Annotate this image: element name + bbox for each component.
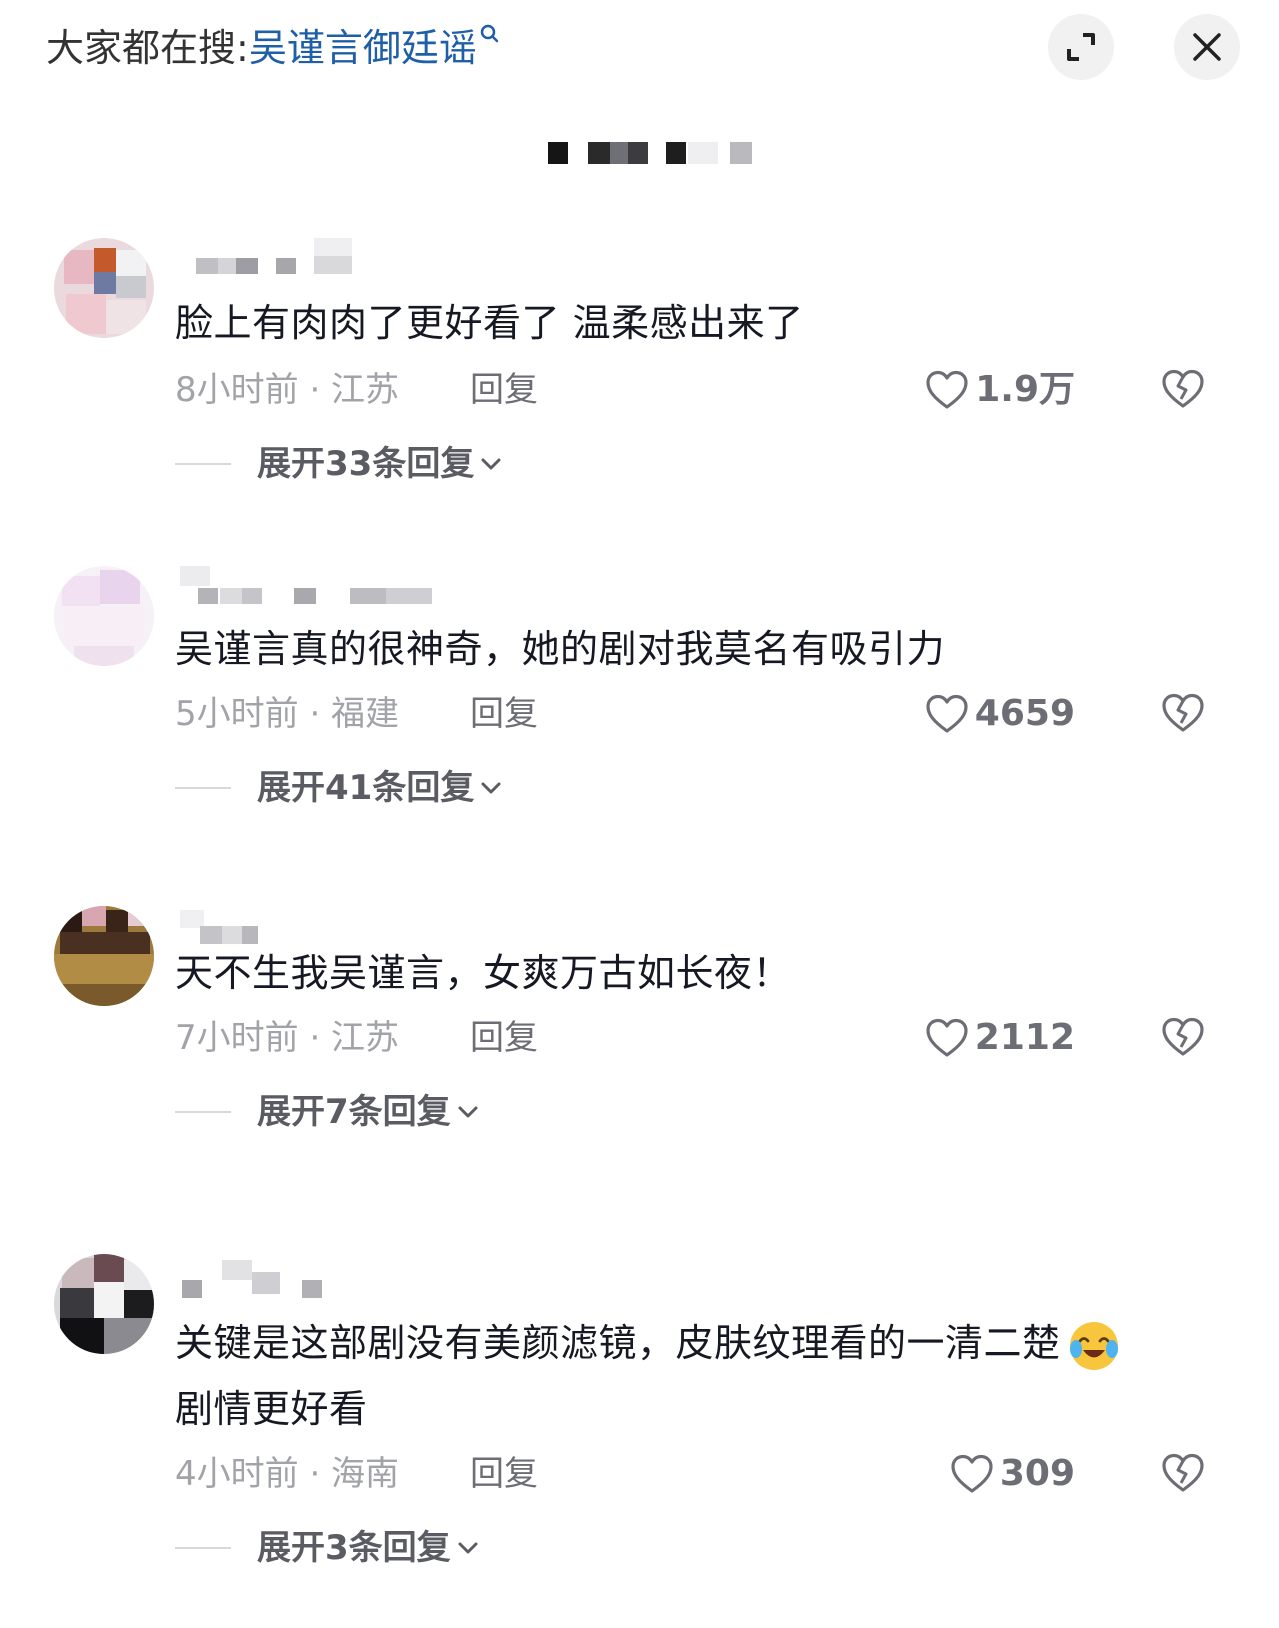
like-button[interactable]: 2112 bbox=[925, 1014, 1075, 1062]
expand-replies-label: 展开41条回复 bbox=[257, 768, 475, 808]
search-suggestion-prefix: 大家都在搜: bbox=[46, 26, 249, 70]
like-count: 4659 bbox=[974, 693, 1075, 734]
heart-outline-icon bbox=[951, 1454, 993, 1493]
divider bbox=[175, 463, 231, 465]
chevron-down-icon bbox=[458, 1106, 478, 1118]
avatar[interactable] bbox=[54, 906, 154, 1006]
chevron-down-icon bbox=[458, 1542, 478, 1554]
avatar[interactable] bbox=[54, 238, 154, 338]
comment-time-location: 5小时前 · 福建 bbox=[175, 694, 400, 734]
close-icon bbox=[1193, 33, 1221, 61]
broken-heart-icon[interactable] bbox=[1161, 368, 1205, 410]
reply-button[interactable]: 回复 bbox=[470, 1014, 538, 1062]
broken-heart-icon[interactable] bbox=[1161, 1016, 1205, 1058]
reply-button[interactable]: 回复 bbox=[470, 690, 538, 738]
comment-text-line2: 剧情更好看 bbox=[175, 1387, 368, 1431]
like-button[interactable]: 4659 bbox=[925, 690, 1075, 738]
expand-replies-label: 展开7条回复 bbox=[257, 1092, 451, 1132]
username-mosaic[interactable] bbox=[180, 1254, 340, 1298]
broken-heart-icon[interactable] bbox=[1161, 1452, 1205, 1494]
username-mosaic[interactable] bbox=[180, 238, 360, 278]
crying-laughing-emoji-icon bbox=[1069, 1321, 1118, 1370]
comment-text: 脸上有肉肉了更好看了 温柔感出来了 bbox=[175, 301, 804, 345]
divider bbox=[175, 1547, 231, 1549]
heart-outline-icon bbox=[926, 1018, 968, 1057]
search-suggestion-keyword[interactable]: 吴谨言御廷谣 bbox=[249, 26, 477, 70]
heart-outline-icon bbox=[926, 370, 968, 409]
comment-time-location: 7小时前 · 江苏 bbox=[175, 1018, 400, 1058]
search-icon bbox=[480, 24, 499, 43]
comment-time-location: 8小时前 · 江苏 bbox=[175, 370, 400, 410]
comment-text-line1: 关键是这部剧没有美颜滤镜，皮肤纹理看的一清二楚 bbox=[175, 1321, 1061, 1365]
comment-meta: 5小时前 · 福建 回复 4659 bbox=[175, 690, 1255, 738]
comments-title-mosaic bbox=[548, 142, 752, 164]
expand-replies-button[interactable]: 展开33条回复 bbox=[175, 440, 502, 488]
divider bbox=[175, 1111, 231, 1113]
avatar[interactable] bbox=[54, 1254, 154, 1354]
like-count: 309 bbox=[999, 1453, 1075, 1494]
expand-icon bbox=[1067, 33, 1095, 61]
expand-replies-label: 展开33条回复 bbox=[257, 444, 475, 484]
chevron-down-icon bbox=[481, 458, 501, 470]
like-button[interactable]: 1.9万 bbox=[925, 366, 1075, 414]
username-mosaic[interactable] bbox=[180, 566, 460, 606]
comment-text: 关键是这部剧没有美颜滤镜，皮肤纹理看的一清二楚 剧情更好看 bbox=[175, 1310, 1235, 1442]
like-count: 1.9万 bbox=[975, 369, 1075, 410]
expand-replies-button[interactable]: 展开3条回复 bbox=[175, 1524, 479, 1572]
broken-heart-icon[interactable] bbox=[1161, 692, 1205, 734]
search-suggestion[interactable]: 大家都在搜:吴谨言御廷谣 bbox=[46, 22, 501, 74]
comment-text: 天不生我吴谨言，女爽万古如长夜！ bbox=[175, 951, 792, 995]
heart-outline-icon bbox=[926, 694, 968, 733]
chevron-down-icon bbox=[481, 782, 501, 794]
close-button[interactable] bbox=[1174, 14, 1240, 80]
expand-replies-label: 展开3条回复 bbox=[257, 1528, 451, 1568]
expand-replies-button[interactable]: 展开7条回复 bbox=[175, 1088, 479, 1136]
like-button[interactable]: 309 bbox=[950, 1450, 1075, 1498]
top-bar: 大家都在搜:吴谨言御廷谣 bbox=[0, 0, 1279, 110]
comment-meta: 8小时前 · 江苏 回复 1.9万 bbox=[175, 366, 1255, 414]
comment-meta: 7小时前 · 江苏 回复 2112 bbox=[175, 1014, 1255, 1062]
reply-button[interactable]: 回复 bbox=[470, 366, 538, 414]
comment-meta: 4小时前 · 海南 回复 309 bbox=[175, 1450, 1255, 1498]
reply-button[interactable]: 回复 bbox=[470, 1450, 538, 1498]
divider bbox=[175, 787, 231, 789]
like-count: 2112 bbox=[974, 1017, 1075, 1058]
comment-text: 吴谨言真的很神奇，她的剧对我莫名有吸引力 bbox=[175, 627, 946, 671]
expand-button[interactable] bbox=[1048, 14, 1114, 80]
expand-replies-button[interactable]: 展开41条回复 bbox=[175, 764, 502, 812]
comment-time-location: 4小时前 · 海南 bbox=[175, 1454, 400, 1494]
avatar[interactable] bbox=[54, 566, 154, 666]
